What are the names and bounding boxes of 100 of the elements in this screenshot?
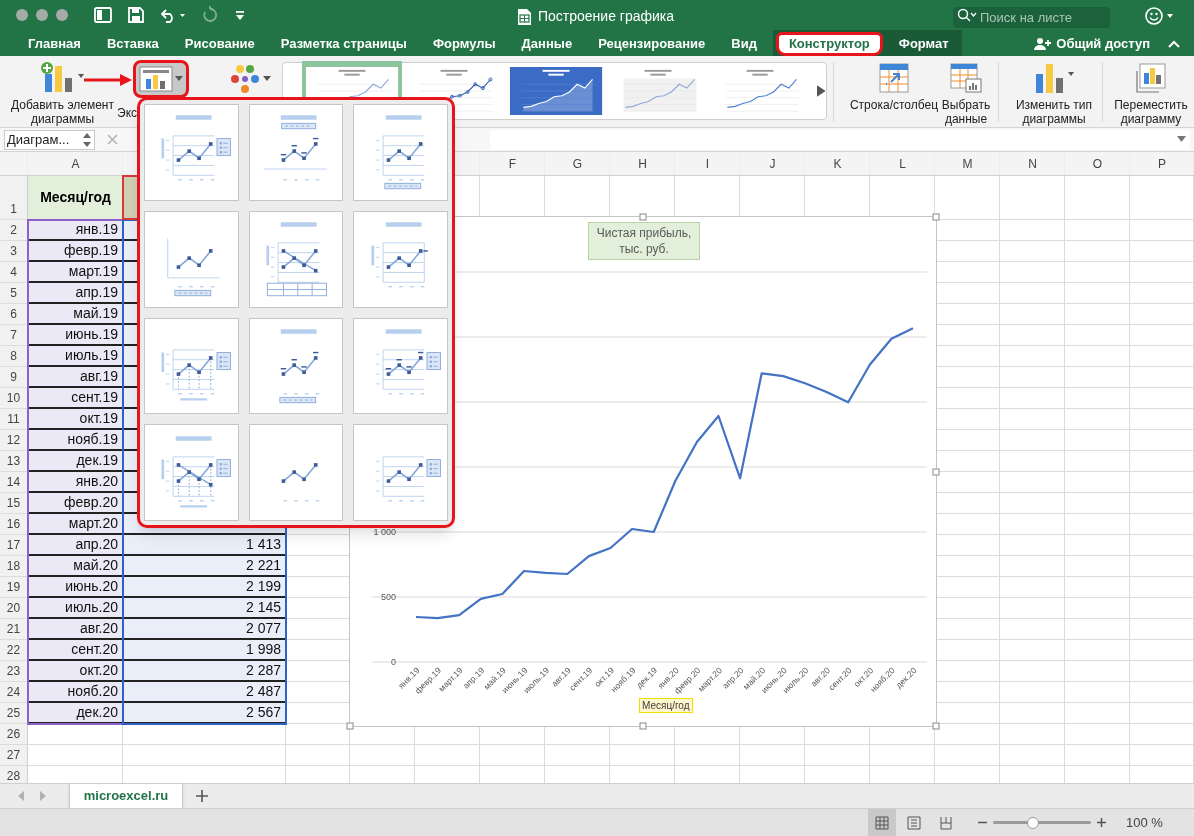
next-sheet-icon[interactable] (38, 791, 48, 801)
row-header[interactable]: 1 (0, 176, 27, 219)
layout-option[interactable] (144, 104, 239, 201)
ribbon-tab[interactable]: Вставка (96, 32, 169, 56)
row-header[interactable]: 20 (0, 598, 27, 618)
row-header[interactable]: 18 (0, 556, 27, 576)
row-header[interactable]: 16 (0, 514, 27, 534)
resize-handle[interactable] (932, 213, 940, 221)
move-chart-button[interactable]: Переместить диаграмму (1111, 60, 1191, 126)
ribbon-tab[interactable]: Разметка страницы (270, 32, 417, 56)
cancel-icon[interactable] (107, 134, 118, 145)
row-header[interactable]: 3 (0, 241, 27, 261)
layout-option[interactable] (248, 104, 344, 201)
row-header[interactable]: 11 (0, 409, 27, 429)
search-field[interactable]: Поиск на листе (953, 7, 1110, 28)
ribbon-tab[interactable]: Рецензирование (588, 32, 716, 56)
layout-option[interactable] (248, 424, 344, 521)
row-header[interactable]: 26 (0, 724, 27, 744)
row-header[interactable]: 5 (0, 283, 27, 303)
layout-option[interactable] (353, 210, 448, 308)
row-header[interactable]: 2 (0, 220, 27, 240)
select-data-button[interactable]: Выбрать данные (940, 60, 992, 126)
change-chart-type-button[interactable]: Изменить тип диаграммы (1012, 60, 1096, 126)
minimize-window-button[interactable] (36, 9, 48, 21)
column-header[interactable]: L (870, 152, 935, 175)
resize-handle[interactable] (639, 213, 647, 221)
column-header[interactable]: A (28, 152, 123, 175)
column-header[interactable]: K (805, 152, 870, 175)
switch-row-column-button[interactable]: Строка/столбец (848, 60, 940, 112)
table-cell: февр.20 (28, 493, 123, 514)
add-sheet-icon[interactable] (196, 790, 208, 802)
zoom-slider-thumb[interactable] (1027, 816, 1040, 829)
chart-style-thumbnail[interactable] (509, 64, 604, 118)
column-header[interactable]: M (935, 152, 1000, 175)
resize-handle[interactable] (932, 722, 940, 730)
row-header[interactable]: 10 (0, 388, 27, 408)
row-header[interactable]: 9 (0, 367, 27, 387)
row-header[interactable]: 24 (0, 682, 27, 702)
column-header[interactable]: H (610, 152, 675, 175)
quick-layout-button[interactable] (133, 60, 189, 98)
row-header[interactable]: 6 (0, 304, 27, 324)
name-box[interactable]: Диаграм... (4, 129, 95, 150)
collapse-ribbon-icon[interactable] (1168, 40, 1180, 48)
layout-option[interactable] (144, 317, 239, 415)
ribbon-tab[interactable]: Формулы (422, 32, 506, 56)
save-icon[interactable] (128, 7, 144, 23)
redo-icon[interactable] (202, 6, 218, 24)
customize-toolbar-icon[interactable] (234, 9, 246, 21)
undo-icon[interactable] (160, 7, 186, 23)
row-header[interactable]: 28 (0, 766, 27, 783)
resize-handle[interactable] (346, 722, 354, 730)
row-header[interactable]: 22 (0, 640, 27, 660)
row-header[interactable]: 23 (0, 661, 27, 681)
expand-icon[interactable] (1177, 136, 1186, 143)
column-header[interactable]: J (740, 152, 805, 175)
maximize-window-button[interactable] (56, 9, 68, 21)
column-header[interactable]: I (675, 152, 740, 175)
share-button[interactable]: Общий доступ (1034, 34, 1150, 54)
row-header[interactable]: 15 (0, 493, 27, 513)
ribbon-tab[interactable]: Конструктор (775, 32, 883, 56)
column-header[interactable]: P (1130, 152, 1194, 175)
row-header[interactable]: 27 (0, 745, 27, 765)
row-header[interactable]: 12 (0, 430, 27, 450)
ribbon-tab[interactable]: Рисование (174, 32, 265, 56)
column-header[interactable]: O (1065, 152, 1130, 175)
zoom-level[interactable]: 100 % (1126, 812, 1163, 833)
row-header[interactable]: 17 (0, 535, 27, 555)
sidebar-icon[interactable] (94, 7, 112, 23)
column-header[interactable]: N (1000, 152, 1065, 175)
layout-option[interactable] (144, 210, 239, 308)
layout-option[interactable] (353, 317, 448, 415)
layout-option[interactable] (248, 317, 344, 415)
layout-option[interactable] (144, 424, 239, 521)
formula-field[interactable] (490, 129, 1190, 150)
row-header[interactable]: 13 (0, 451, 27, 471)
row-header[interactable]: 21 (0, 619, 27, 639)
resize-handle[interactable] (639, 722, 647, 730)
row-header[interactable]: 8 (0, 346, 27, 366)
layout-option[interactable] (353, 424, 448, 521)
row-header[interactable]: 14 (0, 472, 27, 492)
ribbon-tab[interactable]: Вид (721, 32, 767, 56)
normal-view-button[interactable] (868, 809, 896, 836)
column-header[interactable]: F (480, 152, 545, 175)
table-cell: апр.20 (28, 535, 123, 556)
column-header[interactable]: G (545, 152, 610, 175)
layout-option[interactable] (248, 210, 344, 308)
row-header[interactable]: 7 (0, 325, 27, 345)
row-header[interactable]: 25 (0, 703, 27, 723)
previous-sheet-icon[interactable] (16, 791, 26, 801)
add-chart-element-button[interactable]: Добавить элемент диаграммы (10, 60, 115, 126)
zoom-in-icon[interactable] (1097, 818, 1106, 827)
sheet-tab[interactable]: microexcel.ru (69, 783, 183, 809)
row-header[interactable]: 4 (0, 262, 27, 282)
change-colors-button[interactable] (230, 62, 274, 96)
close-window-button[interactable] (16, 9, 28, 21)
row-header[interactable]: 19 (0, 577, 27, 597)
gallery-scroll-icon[interactable] (817, 85, 827, 97)
ribbon-tab[interactable]: Главная (18, 32, 91, 56)
resize-handle[interactable] (932, 468, 940, 475)
ribbon-tab[interactable]: Данные (511, 32, 583, 56)
